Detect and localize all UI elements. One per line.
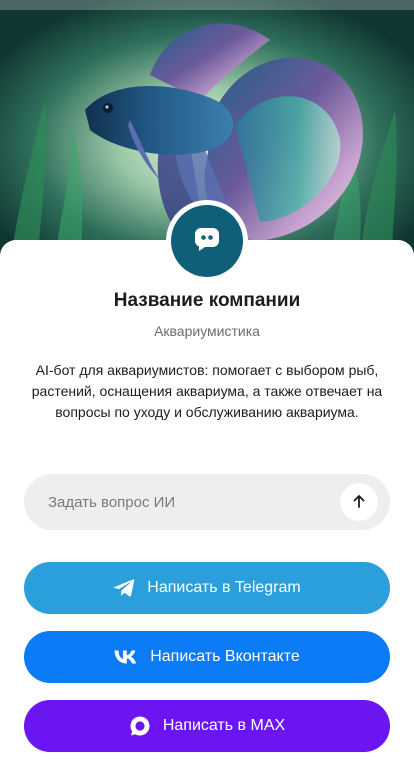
- write-telegram-label: Написать в Telegram: [147, 579, 301, 596]
- company-name: Название компании: [113, 290, 301, 311]
- write-telegram-button[interactable]: Написать в Telegram: [24, 562, 390, 614]
- avatar-badge: [171, 205, 243, 277]
- chat-bot-icon: [192, 224, 222, 259]
- send-button[interactable]: [340, 483, 378, 521]
- telegram-icon: [113, 578, 135, 598]
- company-category: Аквариумистика: [154, 323, 260, 339]
- write-max-button[interactable]: Написать в MAX: [24, 700, 390, 752]
- ask-ai-box: [24, 474, 390, 530]
- company-avatar: [166, 200, 248, 282]
- company-description: AI-бот для аквариумистов: помогает с выб…: [31, 362, 383, 420]
- write-vk-label: Написать Вконтакте: [150, 648, 300, 665]
- arrow-up-icon: [351, 493, 367, 512]
- write-vk-button[interactable]: Написать Вконтакте: [24, 631, 390, 683]
- ask-ai-input[interactable]: [48, 474, 338, 530]
- max-icon: [129, 715, 151, 737]
- write-max-label: Написать в MAX: [162, 717, 286, 734]
- vk-icon: [114, 650, 138, 664]
